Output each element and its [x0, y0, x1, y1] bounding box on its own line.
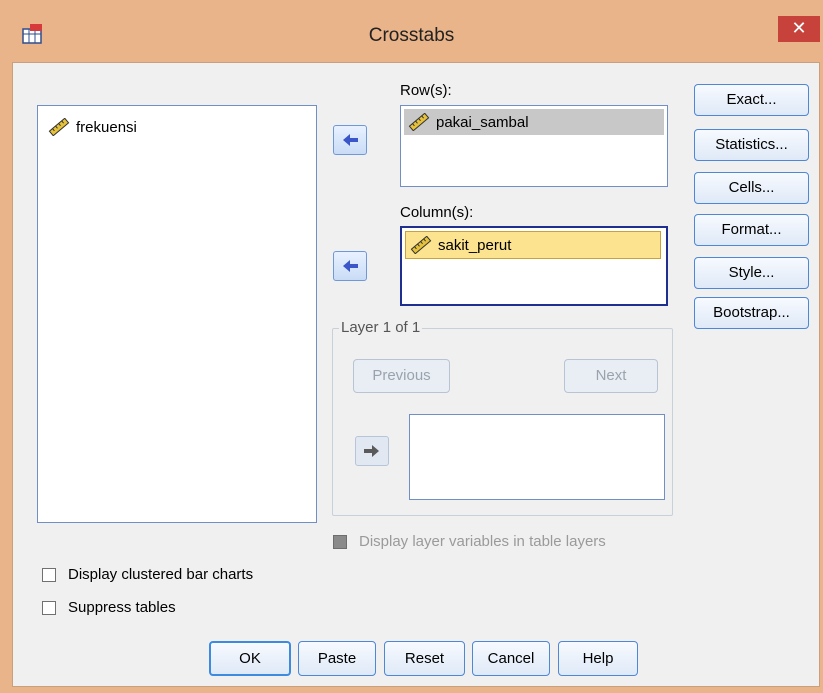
ruler-scale-icon — [48, 118, 70, 136]
list-item-label: frekuensi — [76, 118, 137, 136]
close-icon: ✕ — [791, 18, 807, 38]
move-to-columns-button[interactable] — [333, 251, 367, 281]
title-bar: Crosstabs ✕ — [0, 0, 823, 60]
ok-button[interactable]: OK — [209, 641, 291, 676]
previous-button[interactable]: Previous — [353, 359, 450, 393]
list-item[interactable]: sakit_perut — [405, 231, 661, 259]
move-to-layer-button[interactable] — [355, 436, 389, 466]
window-title: Crosstabs — [368, 25, 455, 46]
arrow-right-icon — [343, 134, 358, 146]
list-item-label: pakai_sambal — [436, 113, 529, 131]
paste-button[interactable]: Paste — [298, 641, 376, 676]
exact-button[interactable]: Exact... — [694, 84, 809, 116]
ruler-scale-icon — [410, 236, 432, 254]
display-layer-vars-checkbox[interactable] — [333, 535, 347, 549]
bootstrap-button[interactable]: Bootstrap... — [694, 297, 809, 329]
columns-list[interactable]: sakit_perut — [400, 226, 668, 306]
crosstabs-window: Crosstabs ✕ frekuensi Row(s): pakai_samb… — [0, 0, 823, 693]
suppress-tables-label: Suppress tables — [68, 599, 176, 616]
statistics-button[interactable]: Statistics... — [694, 129, 809, 161]
clustered-bar-charts-label: Display clustered bar charts — [68, 566, 254, 583]
style-button[interactable]: Style... — [694, 257, 809, 289]
suppress-tables-checkbox[interactable] — [42, 601, 56, 615]
move-to-rows-button[interactable] — [333, 125, 367, 155]
format-button[interactable]: Format... — [694, 214, 809, 246]
layer-title: Layer 1 of 1 — [339, 319, 423, 336]
cancel-button[interactable]: Cancel — [472, 641, 550, 676]
list-item[interactable]: frekuensi — [44, 114, 137, 140]
display-layer-vars-label: Display layer variables in table layers — [359, 533, 606, 550]
layer-list[interactable] — [409, 414, 665, 500]
arrow-right-icon — [364, 445, 379, 457]
close-button[interactable]: ✕ — [778, 16, 820, 42]
columns-label: Column(s): — [400, 204, 474, 221]
clustered-bar-charts-checkbox[interactable] — [42, 568, 56, 582]
dialog-body: frekuensi Row(s): pakai_sambal Column(s)… — [12, 62, 820, 687]
rows-label: Row(s): — [400, 82, 452, 99]
list-item[interactable]: pakai_sambal — [404, 109, 664, 135]
source-variable-list[interactable]: frekuensi — [37, 105, 317, 523]
next-button[interactable]: Next — [564, 359, 658, 393]
rows-list[interactable]: pakai_sambal — [400, 105, 668, 187]
arrow-right-icon — [343, 260, 358, 272]
reset-button[interactable]: Reset — [384, 641, 465, 676]
list-item-label: sakit_perut — [438, 236, 512, 254]
ruler-scale-icon — [408, 113, 430, 131]
cells-button[interactable]: Cells... — [694, 172, 809, 204]
help-button[interactable]: Help — [558, 641, 638, 676]
